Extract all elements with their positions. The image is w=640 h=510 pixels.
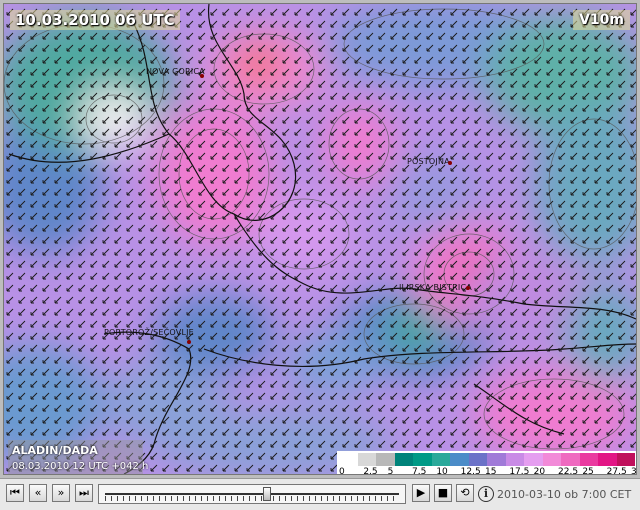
city-marker [187,340,191,344]
play-button[interactable]: ▶ [412,484,430,502]
legend-tick-label: 25 [582,467,594,475]
legend-tick-label: 2.5 [363,467,378,475]
previous-frame-button[interactable]: « [29,484,47,502]
model-run-label: 08.03.2010 12 UTC +042 h [12,461,149,472]
legend-swatch [524,453,543,466]
time-slider[interactable] [98,484,406,504]
local-time-label: 2010-03-10 ob 7:00 CET [497,488,632,501]
legend-swatch [431,453,450,466]
legend-tick-label: 22.5 [558,467,579,475]
city-marker [448,161,452,165]
legend-swatch [487,453,506,466]
legend-swatch [616,453,635,466]
legend-swatch [505,453,524,466]
legend-swatch [339,453,358,466]
slider-track [105,493,399,495]
legend-swatch [579,453,598,466]
slider-thumb[interactable] [263,487,272,501]
legend-swatch [450,453,469,466]
legend-tick-label: 27.5 [606,467,627,475]
legend-tick-label: 0 [339,467,345,475]
legend-colorbar [339,453,635,466]
legend-tick-label: 17.5 [509,467,530,475]
legend-tick-labels: 0 2.5 5 7.5 10 12.5 15 17.520 22.525 27.5 30 [337,466,637,475]
stop-button[interactable]: ■ [434,484,452,502]
legend-swatch [376,453,395,466]
place-label-postojna: POSTOJNA [407,157,450,166]
next-frame-button[interactable]: » [52,484,70,502]
place-label-portoroz: PORTOROŽ/SEČOVLJE [104,328,194,337]
city-marker [466,286,470,290]
slider-ticks [105,496,399,501]
legend-tick-label: 30 [631,467,637,475]
wind-map: 10.03.2010 06 UTC V10m NOVA GORICA POSTO… [3,3,637,475]
legend-tick-label: 5 [387,467,394,475]
legend-tick-label: 7.5 [412,467,427,475]
first-frame-button[interactable]: ⏮ [6,484,24,502]
loop-button[interactable]: ⟲ [456,484,474,502]
legend-swatch [598,453,617,466]
variable-label: V10m [573,10,630,30]
place-label-ilirska-bistrica: ILIRSKA BISTRICA [399,283,472,292]
legend-swatch [413,453,432,466]
legend-swatch [394,453,413,466]
info-icon[interactable]: i [478,486,494,502]
legend-tick-label: 10 [436,467,448,475]
legend-tick-label: 20 [533,467,546,475]
legend-swatch [357,453,376,466]
legend-swatch [542,453,561,466]
playback-toolbar: ⏮ « » ⏭ ▶ ■ ⟲ i 2010-03-10 ob 7:00 CET [0,478,640,510]
last-frame-button[interactable]: ⏭ [75,484,93,502]
legend-tick-label: 15 [485,467,497,475]
legend-swatch [468,453,487,466]
wind-field-svg [4,4,636,474]
legend-swatch [561,453,580,466]
city-marker [200,74,204,78]
color-legend: 0 2.5 5 7.5 10 12.5 15 17.520 22.525 27.5 30 [337,451,637,475]
place-label-nova-gorica: NOVA GORICA [146,67,205,76]
legend-tick-label: 12.5 [460,467,481,475]
forecast-time-label: 10.03.2010 06 UTC [10,10,180,30]
model-name: ALADIN/DADA [12,444,98,457]
viewer-frame: 10.03.2010 06 UTC V10m NOVA GORICA POSTO… [0,0,640,510]
